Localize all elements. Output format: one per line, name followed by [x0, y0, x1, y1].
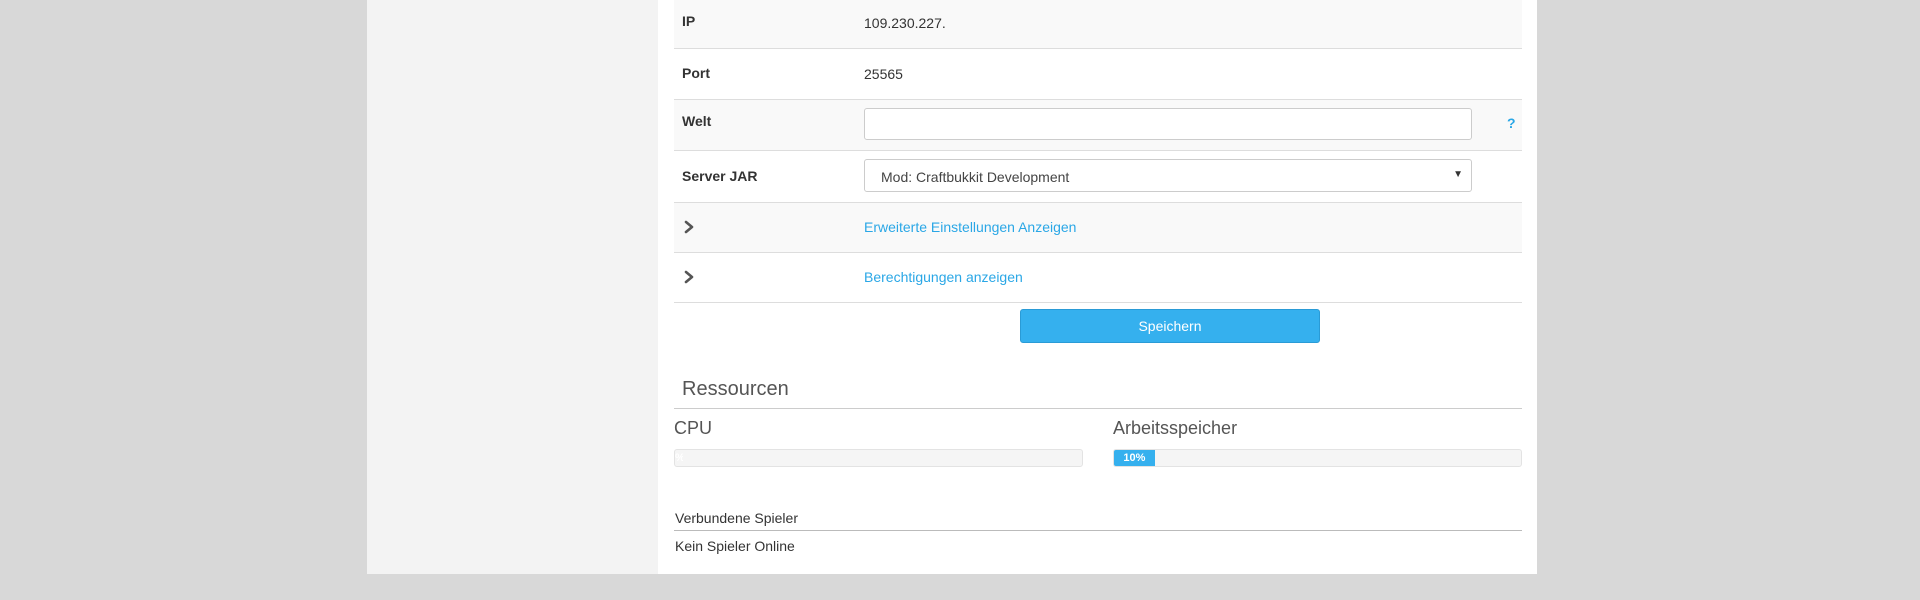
no-players-text: Kein Spieler Online — [675, 538, 795, 554]
port-row: Port 25565 — [674, 49, 1522, 100]
world-label: Welt — [682, 113, 712, 129]
chevron-right-icon[interactable] — [682, 219, 696, 235]
server-jar-select[interactable]: Mod: Craftbukkit Development ▼ — [864, 159, 1472, 192]
server-jar-row: Server JAR Mod: Craftbukkit Development … — [674, 151, 1522, 203]
players-divider — [674, 530, 1522, 531]
cpu-progress-fill: % — [675, 450, 683, 466]
connected-players-heading: Verbundene Spieler — [675, 510, 798, 526]
memory-progress-fill: 10% — [1114, 450, 1155, 466]
port-value: 25565 — [864, 66, 903, 82]
permissions-row: Berechtigungen anzeigen — [674, 253, 1522, 303]
ip-label: IP — [682, 13, 696, 29]
main-content: IP 109.230.227. Port 25565 Welt ? Server… — [658, 0, 1537, 574]
ip-value: 109.230.227. — [864, 15, 946, 31]
world-row: Welt ? — [674, 100, 1522, 151]
chevron-right-icon[interactable] — [682, 269, 696, 285]
world-input[interactable] — [864, 108, 1472, 140]
memory-progress-bar: 10% — [1113, 449, 1522, 467]
memory-label: Arbeitsspeicher — [1113, 418, 1238, 438]
cpu-label: CPU — [674, 418, 713, 438]
sidebar-background — [367, 0, 658, 574]
server-jar-label: Server JAR — [682, 168, 758, 184]
ip-row: IP 109.230.227. — [674, 0, 1522, 49]
server-jar-selected-value: Mod: Craftbukkit Development — [881, 169, 1070, 185]
permissions-link[interactable]: Berechtigungen anzeigen — [864, 269, 1023, 285]
advanced-settings-row: Erweiterte Einstellungen Anzeigen — [674, 203, 1522, 253]
help-icon[interactable]: ? — [1507, 115, 1516, 131]
resources-heading: Ressourcen — [682, 378, 789, 400]
advanced-settings-link[interactable]: Erweiterte Einstellungen Anzeigen — [864, 219, 1076, 235]
resources-divider — [674, 408, 1522, 409]
save-button[interactable]: Speichern — [1020, 309, 1320, 343]
port-label: Port — [682, 65, 710, 81]
server-settings-table: IP 109.230.227. Port 25565 Welt ? Server… — [674, 0, 1522, 303]
cpu-progress-bar: % — [674, 449, 1083, 467]
chevron-down-icon: ▼ — [1453, 169, 1463, 180]
